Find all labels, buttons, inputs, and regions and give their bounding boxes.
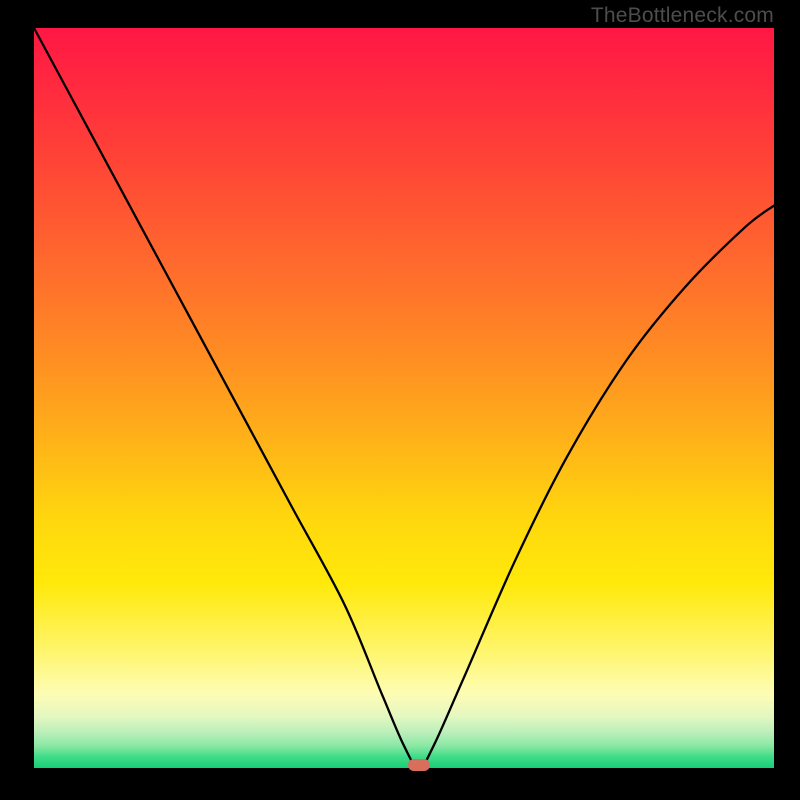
- chart-frame: TheBottleneck.com: [0, 0, 800, 800]
- optimum-marker: [408, 759, 430, 771]
- watermark-text: TheBottleneck.com: [591, 4, 774, 28]
- curve-svg: [34, 28, 774, 768]
- plot-area: [34, 28, 774, 768]
- bottleneck-curve: [34, 28, 774, 768]
